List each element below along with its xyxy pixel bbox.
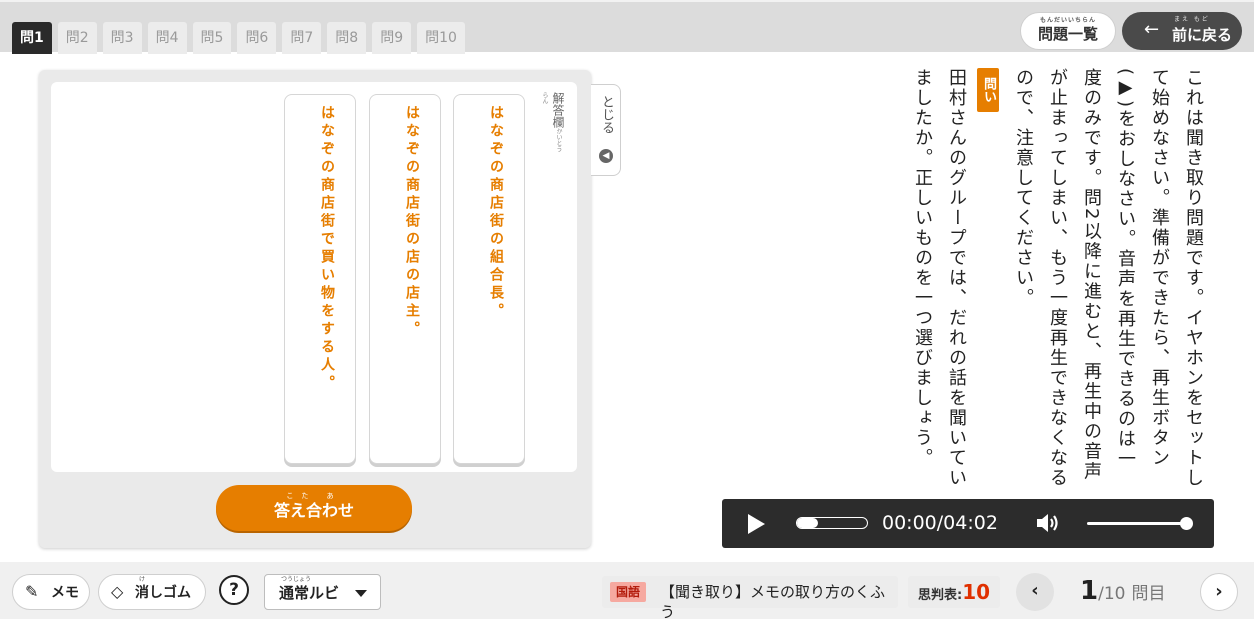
check-answer-button[interactable]: こた あ 答え合わせ [216,485,412,531]
current-page: 1 [1080,576,1099,606]
page-indicator: 1/10 問目 [1080,574,1165,608]
eraser-label: 消しゴム [135,585,191,601]
play-icon[interactable] [748,514,765,534]
choice-3-text: はなぞの商店街で買い物をする人。 [319,105,335,393]
memo-label: メモ [51,585,79,601]
check-answer-ruby: こた あ [286,492,342,500]
check-answer-label: 答え合わせ [273,501,354,520]
ruby-mode-ruby: つうじょう [281,576,312,583]
tab-q1[interactable]: 問1 [12,22,52,54]
shihan-label: 思判表: [918,588,963,603]
ruby-mode-select[interactable]: つうじょう 通常ルビ [264,574,381,610]
eraser-button[interactable]: ◇ け 消しゴム [98,574,206,610]
answer-heading: 解答欄かいとうらん [535,92,565,152]
audio-player: 00:00/04:02 [722,499,1214,548]
eraser-icon: ◇ [111,582,124,601]
tab-q3[interactable]: 問3 [102,22,142,54]
back-ruby: まえ もど [1174,16,1210,23]
question-text: 田村さんのグループでは、だれの話を聞いていましたか。正しいものを一つ選びましょう… [912,68,967,488]
back-label: 前に戻る [1172,26,1233,44]
chevron-left-icon: ◀ [599,149,613,163]
tab-q2[interactable]: 問2 [57,22,97,54]
help-button[interactable]: ? [219,575,249,605]
close-panel-tab[interactable]: とじる ◀ [591,84,621,176]
question-list-button[interactable]: もんだいいちらん 問題一覧 [1020,12,1116,50]
total-pages: /10 [1098,584,1126,604]
seek-bar[interactable] [796,517,868,529]
answer-area: 解答欄かいとうらん はなぞの商店街の組合長。 はなぞの商店街の店の店主。 はなぞ… [51,82,577,472]
chevron-left-icon: ‹ [1031,580,1039,601]
page-unit: 問目 [1131,584,1166,604]
lesson-info: 国語 【聞き取り】メモの取り方のくふう [602,576,898,619]
choice-3[interactable]: はなぞの商店街で買い物をする人。 [284,94,356,464]
question-tabs: 問1 問2 問3 問4 問5 問6 問7 問8 問9 問10 [12,22,465,54]
lesson-title: 【聞き取り】メモの取り方のくふう [660,583,886,619]
tab-q8[interactable]: 問8 [327,22,367,54]
pen-icon: ✎ [25,582,39,601]
bottom-bar: ✎ メモ ◇ け 消しゴム ? つうじょう 通常ルビ 国語 【聞き取り】メモの取… [0,562,1254,619]
tab-q6[interactable]: 問6 [237,22,277,54]
next-question-button[interactable]: › [1200,573,1238,611]
choice-1-text: はなぞの商店街の組合長。 [488,105,504,321]
time-display: 00:00/04:02 [882,512,998,534]
shihan-score: 思判表:10 [908,576,1001,608]
tab-q7[interactable]: 問7 [282,22,322,54]
memo-button[interactable]: ✎ メモ [12,574,90,610]
seek-progress [797,518,818,528]
close-panel-label: とじる [599,95,614,134]
volume-knob[interactable] [1180,517,1193,530]
choice-1[interactable]: はなぞの商店街の組合長。 [453,94,525,464]
shihan-value: 10 [962,580,991,604]
caret-down-icon [355,590,367,597]
choice-2-text: はなぞの商店街の店の店主。 [404,105,420,339]
prev-question-button[interactable]: ‹ [1016,573,1054,611]
back-button[interactable]: ← まえ もど 前に戻る [1122,12,1242,50]
answer-heading-label: 解答欄 [551,92,565,128]
question-list-label: 問題一覧 [1037,25,1098,43]
subject-badge: 国語 [610,582,647,602]
eraser-ruby: け [139,576,146,583]
question-badge: 問い [977,68,999,112]
choice-2[interactable]: はなぞの商店街の店の店主。 [369,94,441,464]
tab-q10[interactable]: 問10 [417,22,465,54]
instructions-text: これは聞き取り問題です。イヤホンをセットして始めなさい。準備ができたら、再生ボタ… [1013,68,1204,488]
ruby-mode-label: 通常ルビ [279,584,340,602]
arrow-left-icon: ← [1144,19,1160,40]
volume-icon[interactable] [1035,512,1059,534]
volume-slider[interactable] [1087,517,1193,530]
tab-q4[interactable]: 問4 [147,22,187,54]
chevron-right-icon: › [1215,581,1223,602]
tab-q5[interactable]: 問5 [192,22,232,54]
answer-panel: 解答欄かいとうらん はなぞの商店街の組合長。 はなぞの商店街の店の店主。 はなぞ… [39,70,591,548]
question-list-ruby: もんだいいちらん [1039,17,1096,24]
tab-q9[interactable]: 問9 [372,22,412,54]
top-bar: 問1 問2 問3 問4 問5 問6 問7 問8 問9 問10 もんだいいちらん … [0,0,1254,54]
